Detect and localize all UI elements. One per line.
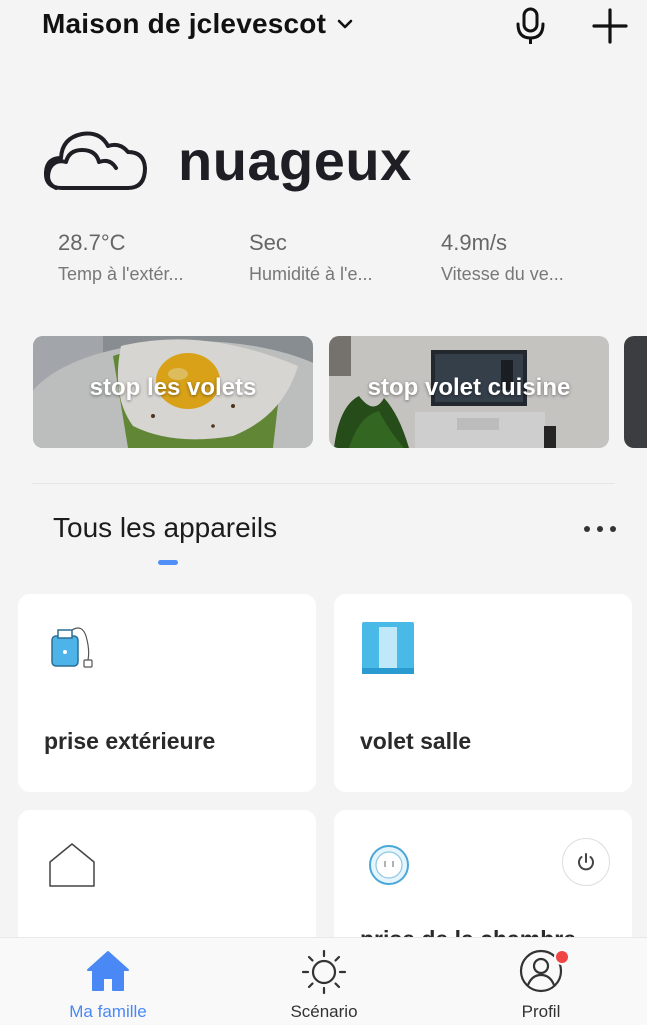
- curtain-icon: [362, 622, 414, 674]
- section-title[interactable]: Tous les appareils: [53, 512, 277, 544]
- device-name: prise extérieure: [44, 728, 216, 754]
- humidity-value: Sec: [249, 230, 287, 255]
- bottom-nav: Ma famille Scénario Profil: [0, 937, 647, 1025]
- scene-label: stop les volets: [89, 374, 257, 401]
- home-name: Maison de jclevescot: [42, 8, 327, 39]
- home-selector[interactable]: Maison de jclevescot: [42, 8, 354, 40]
- humidity-label: Humidité à l'e...: [249, 264, 373, 284]
- cloud-icon: [43, 131, 147, 190]
- weather-temperature: 28.7°C Temp à l'extér...: [58, 230, 228, 285]
- nav-label: Ma famille: [69, 1002, 147, 1021]
- microphone-icon[interactable]: [512, 6, 550, 46]
- home-icon: [87, 951, 129, 991]
- round-plug-icon: [369, 845, 409, 885]
- more-icon[interactable]: [580, 516, 620, 540]
- wind-value: 4.9m/s: [441, 230, 508, 255]
- temperature-value: 28.7°C: [58, 230, 126, 255]
- scene-card[interactable]: stop les volets: [33, 336, 313, 448]
- device-card[interactable]: prise extérieure: [18, 594, 316, 792]
- plus-icon[interactable]: [590, 6, 630, 46]
- weather-condition: nuageux: [178, 129, 412, 192]
- sun-icon: [301, 949, 347, 995]
- divider: [32, 483, 615, 484]
- nav-label: Profil: [521, 1002, 561, 1021]
- power-icon: [578, 853, 594, 871]
- smart-plug-icon: [51, 627, 93, 668]
- scene-card-partial[interactable]: [624, 336, 647, 448]
- nav-item-family[interactable]: Ma famille: [28, 938, 188, 1025]
- power-button[interactable]: [562, 838, 610, 886]
- device-name: volet salle: [360, 728, 472, 754]
- temperature-label: Temp à l'extér...: [58, 264, 184, 284]
- tab-indicator: [158, 560, 178, 565]
- nav-item-profile[interactable]: Profil: [461, 938, 621, 1025]
- nav-label: Scénario: [290, 1002, 358, 1021]
- notification-badge: [554, 949, 570, 965]
- nav-item-scenario[interactable]: Scénario: [244, 938, 404, 1025]
- weather-humidity: Sec Humidité à l'e...: [249, 230, 419, 285]
- scene-label: stop volet cuisine: [367, 374, 571, 401]
- device-card[interactable]: volet salle: [334, 594, 632, 792]
- scene-card[interactable]: stop volet cuisine: [329, 336, 609, 448]
- house-outline-icon: [49, 843, 95, 887]
- wind-label: Vitesse du ve...: [441, 264, 564, 284]
- weather-wind: 4.9m/s Vitesse du ve...: [441, 230, 611, 285]
- chevron-down-icon: [337, 19, 353, 29]
